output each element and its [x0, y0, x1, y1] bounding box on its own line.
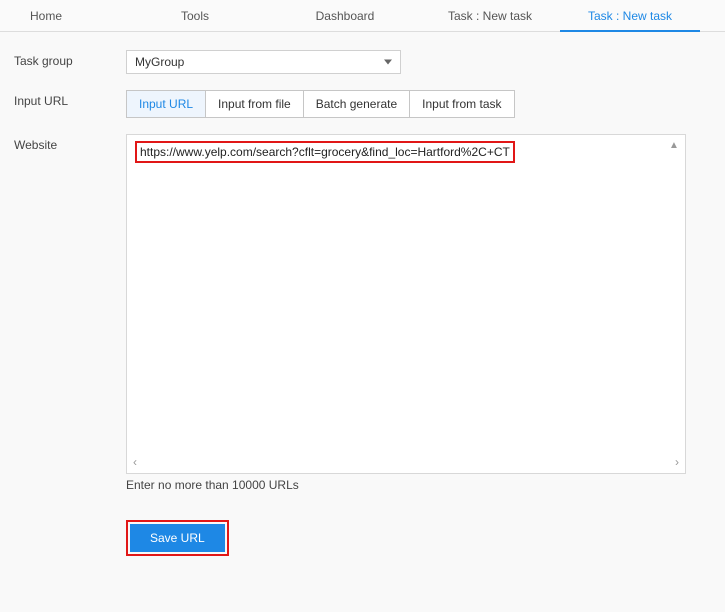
url-limit-hint: Enter no more than 10000 URLs	[126, 478, 711, 492]
tab-task-1[interactable]: Task : New task	[420, 0, 560, 32]
top-tabs: Home Tools Dashboard Task : New task Tas…	[0, 0, 725, 32]
chevron-down-icon	[384, 60, 392, 65]
row-task-group: Task group MyGroup	[14, 50, 711, 74]
horizontal-scrollbar[interactable]: ‹ ›	[133, 455, 679, 469]
website-url-value: https://www.yelp.com/search?cflt=grocery…	[135, 141, 515, 163]
input-method-tabs: Input URL Input from file Batch generate…	[126, 90, 515, 118]
scroll-right-icon[interactable]: ›	[675, 455, 679, 469]
save-url-button[interactable]: Save URL	[130, 524, 225, 552]
website-textarea[interactable]: https://www.yelp.com/search?cflt=grocery…	[126, 134, 686, 474]
label-input-url: Input URL	[14, 90, 126, 108]
task-group-value: MyGroup	[135, 55, 184, 69]
row-input-url: Input URL Input URL Input from file Batc…	[14, 90, 711, 118]
input-method-tab-url[interactable]: Input URL	[127, 91, 206, 117]
label-website: Website	[14, 134, 126, 152]
input-method-tab-task[interactable]: Input from task	[410, 91, 513, 117]
tab-dashboard[interactable]: Dashboard	[270, 0, 420, 32]
save-row: Save URL	[126, 520, 711, 556]
scroll-left-icon[interactable]: ‹	[133, 455, 137, 469]
content-area: Task group MyGroup Input URL Input URL I…	[0, 32, 725, 586]
scroll-up-icon[interactable]: ▲	[667, 139, 681, 153]
save-button-highlight-frame: Save URL	[126, 520, 229, 556]
input-method-tab-file[interactable]: Input from file	[206, 91, 304, 117]
tab-task-2[interactable]: Task : New task	[560, 0, 700, 32]
row-website: Website https://www.yelp.com/search?cflt…	[14, 134, 711, 556]
task-group-select[interactable]: MyGroup	[126, 50, 401, 74]
label-task-group: Task group	[14, 50, 126, 68]
tab-tools[interactable]: Tools	[120, 0, 270, 32]
input-method-tab-batch[interactable]: Batch generate	[304, 91, 410, 117]
tab-home[interactable]: Home	[0, 0, 120, 32]
